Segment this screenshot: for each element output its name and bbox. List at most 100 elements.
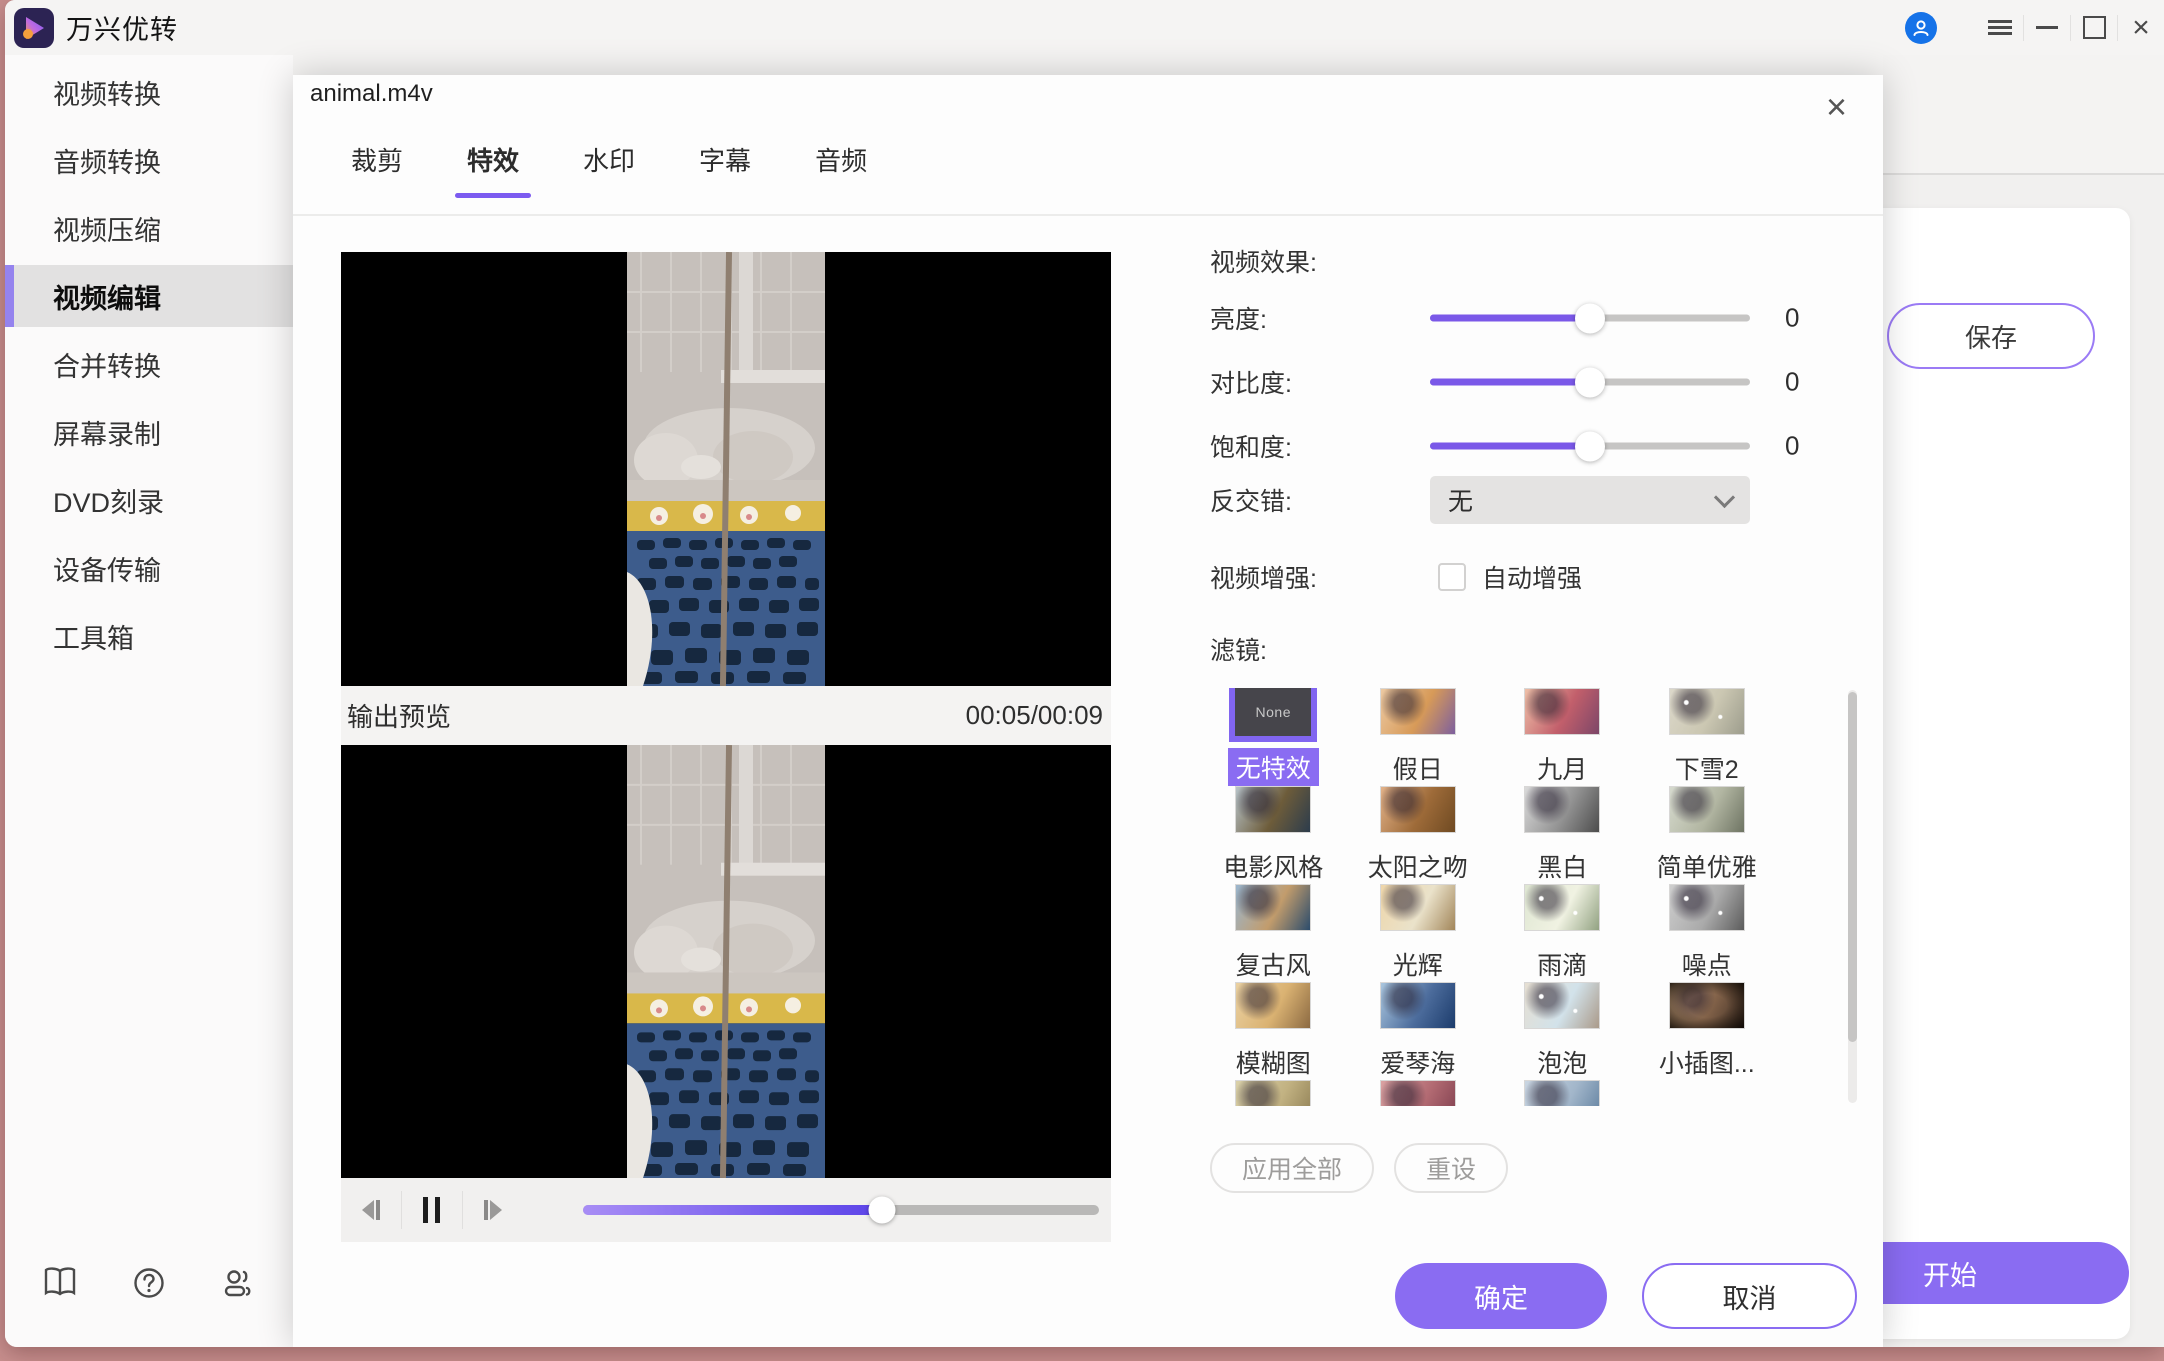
filter-thumbnail[interactable] — [1669, 982, 1745, 1029]
sidebar-item[interactable]: 视频转换 — [5, 61, 293, 123]
filter-option[interactable]: 九月 — [1490, 688, 1635, 786]
sidebar-item[interactable]: 视频编辑 — [5, 265, 293, 327]
sidebar-item-label: 设备传输 — [53, 549, 161, 588]
filter-thumbnail[interactable] — [1235, 1080, 1311, 1106]
filter-option[interactable]: 太阳之吻 — [1346, 786, 1491, 884]
filter-option[interactable] — [1346, 1080, 1491, 1106]
tab-label: 特效 — [467, 146, 519, 176]
filter-option[interactable] — [1201, 1080, 1346, 1106]
community-icon[interactable] — [221, 1267, 255, 1299]
filter-thumbnail[interactable] — [1669, 688, 1745, 735]
slider-track[interactable] — [1430, 315, 1750, 322]
sidebar-item[interactable]: 合并转换 — [5, 333, 293, 395]
desktop-background: 万兴优转 × 视频转换 音频转换 视频压缩 — [0, 0, 2164, 1361]
slider-track[interactable] — [1430, 443, 1750, 450]
start-button[interactable]: 开始 — [1859, 1242, 2129, 1304]
filter-thumbnail[interactable] — [1235, 982, 1311, 1029]
slider-label: 对比度: — [1210, 364, 1292, 400]
filter-thumbnail[interactable] — [1524, 688, 1600, 735]
next-frame-icon[interactable] — [463, 1188, 523, 1232]
filter-thumbnail[interactable] — [1669, 786, 1745, 833]
ok-button[interactable]: 确定 — [1395, 1263, 1607, 1329]
filter-option[interactable]: 模糊图 — [1201, 982, 1346, 1080]
filter-scrollbar[interactable] — [1848, 690, 1857, 1103]
sidebar-item[interactable]: 工具箱 — [5, 605, 293, 667]
save-button[interactable]: 保存 — [1887, 303, 2095, 369]
sidebar-item-label: 视频压缩 — [53, 209, 161, 248]
filter-option[interactable]: 小插图... — [1635, 982, 1780, 1080]
filter-option[interactable]: 噪点 — [1635, 884, 1780, 982]
filter-option[interactable]: 泡泡 — [1490, 982, 1635, 1080]
sidebar-item[interactable]: 视频压缩 — [5, 197, 293, 259]
filter-option[interactable]: 假日 — [1346, 688, 1491, 786]
auto-enhance-checkbox[interactable] — [1438, 563, 1466, 591]
effect-slider-row: 对比度: 0 — [1210, 362, 1883, 402]
preview-column: 输出预览 00:05/00:09 — [341, 252, 1111, 1242]
sidebar-item-label: 屏幕录制 — [53, 413, 161, 452]
filter-label: 模糊图 — [1236, 1044, 1311, 1080]
reset-button[interactable]: 重设 — [1394, 1143, 1508, 1193]
sidebar-item[interactable]: 屏幕录制 — [5, 401, 293, 463]
filter-option[interactable]: 复古风 — [1201, 884, 1346, 982]
filter-thumbnail[interactable] — [1524, 982, 1600, 1029]
filter-option[interactable]: None 无特效 — [1201, 688, 1346, 786]
deinterlace-value: 无 — [1448, 482, 1473, 518]
filter-thumbnail[interactable] — [1235, 786, 1311, 833]
maximize-icon[interactable] — [2071, 0, 2117, 55]
sidebar-item[interactable]: 设备传输 — [5, 537, 293, 599]
dialog-tab[interactable]: 音频 — [809, 141, 873, 198]
dialog-tab[interactable]: 字幕 — [693, 141, 757, 198]
dialog-tab[interactable]: 特效 — [461, 141, 525, 198]
apply-all-button[interactable]: 应用全部 — [1210, 1143, 1374, 1193]
guide-book-icon[interactable] — [43, 1267, 77, 1297]
dialog-tab[interactable]: 裁剪 — [345, 141, 409, 198]
effects-column: 视频效果: 亮度: 0 对比度: 0 饱和度: 0 反交错: 无 — [1210, 75, 1883, 1347]
app-window: 万兴优转 × 视频转换 音频转换 视频压缩 — [5, 0, 2164, 1347]
filter-thumbnail[interactable] — [1380, 982, 1456, 1029]
filter-thumbnail[interactable] — [1380, 1080, 1456, 1106]
seek-bar[interactable] — [583, 1205, 1099, 1215]
filter-thumbnail[interactable]: None — [1235, 688, 1311, 736]
filter-option[interactable]: 电影风格 — [1201, 786, 1346, 884]
filter-thumbnail[interactable] — [1524, 786, 1600, 833]
filter-option[interactable] — [1490, 1080, 1635, 1106]
sidebar-item[interactable]: DVD刻录 — [5, 469, 293, 531]
previous-frame-icon[interactable] — [341, 1188, 401, 1232]
filter-thumbnail[interactable] — [1524, 884, 1600, 931]
close-window-icon[interactable]: × — [2118, 0, 2164, 55]
dialog-tab[interactable]: 水印 — [577, 141, 641, 198]
filter-option[interactable]: 简单优雅 — [1635, 786, 1780, 884]
slider-handle[interactable] — [1575, 431, 1605, 461]
filter-thumbnail[interactable] — [1524, 1080, 1600, 1106]
filter-option[interactable]: 光辉 — [1346, 884, 1491, 982]
filter-option[interactable]: 下雪2 — [1635, 688, 1780, 786]
slider-handle[interactable] — [1575, 303, 1605, 333]
account-avatar[interactable] — [1905, 12, 1937, 44]
edit-dialog: animal.m4v × 裁剪特效水印字幕音频 — [293, 75, 1883, 1347]
filter-thumbnail[interactable] — [1235, 884, 1311, 931]
sidebar-footer — [5, 1267, 293, 1299]
dialog-tabs: 裁剪 特效 水印字幕音频 — [345, 141, 873, 198]
filter-option[interactable]: 雨滴 — [1490, 884, 1635, 982]
video-frame — [341, 252, 1111, 686]
filter-thumbnail[interactable] — [1380, 884, 1456, 931]
deinterlace-label: 反交错: — [1210, 482, 1292, 518]
main-toolbar-area — [1883, 55, 2164, 175]
slider-handle[interactable] — [1575, 367, 1605, 397]
cancel-button[interactable]: 取消 — [1642, 1263, 1857, 1329]
filter-thumbnail[interactable] — [1669, 884, 1745, 931]
pause-icon[interactable] — [402, 1188, 462, 1232]
filter-thumbnail[interactable] — [1380, 786, 1456, 833]
help-icon[interactable] — [133, 1267, 165, 1299]
deinterlace-select[interactable]: 无 — [1430, 476, 1750, 524]
sidebar-item[interactable]: 音频转换 — [5, 129, 293, 191]
seek-handle[interactable] — [869, 1197, 896, 1224]
video-enhance-label: 视频增强: — [1210, 559, 1317, 595]
filter-thumbnail[interactable] — [1380, 688, 1456, 735]
filter-option[interactable]: 爱琴海 — [1346, 982, 1491, 1080]
menu-icon[interactable] — [1977, 0, 2023, 55]
slider-track[interactable] — [1430, 379, 1750, 386]
filter-option[interactable]: 黑白 — [1490, 786, 1635, 884]
scrollbar-thumb[interactable] — [1848, 692, 1857, 1042]
minimize-icon[interactable] — [2024, 0, 2070, 55]
